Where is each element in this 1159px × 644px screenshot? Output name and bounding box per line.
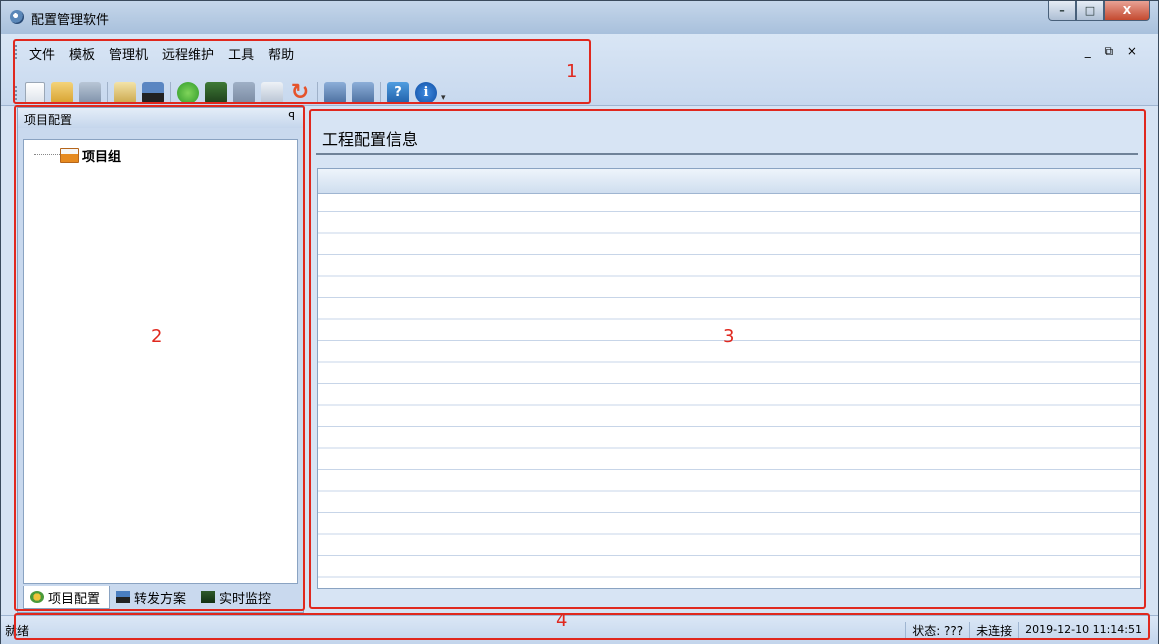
- window-title: 配置管理软件: [31, 13, 110, 28]
- annotation-box-1: [13, 39, 591, 104]
- annotation-label-3: 3: [723, 326, 735, 347]
- annotation-box-2: [14, 105, 305, 611]
- annotation-label-1: 1: [566, 61, 578, 82]
- title-bar: 配置管理软件 – □ X: [1, 1, 1158, 34]
- minimize-button[interactable]: –: [1048, 1, 1076, 21]
- annotation-box-3: [309, 109, 1146, 609]
- annotation-box-4: [14, 613, 1150, 640]
- annotation-label-4: 4: [556, 610, 568, 631]
- close-button[interactable]: X: [1104, 1, 1150, 21]
- annotation-label-2: 2: [151, 326, 163, 347]
- main-window: 配置管理软件 – □ X 文件 模板 管理机 远程维护 工具 帮助 _ ⧉ ×: [0, 0, 1159, 644]
- mdi-window-controls[interactable]: _ ⧉ ×: [1085, 44, 1142, 59]
- maximize-button[interactable]: □: [1076, 1, 1104, 21]
- app-icon: [10, 10, 24, 24]
